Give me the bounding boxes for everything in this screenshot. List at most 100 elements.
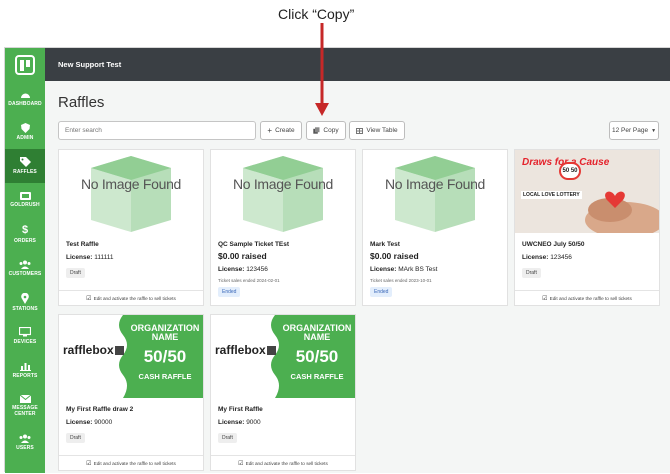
status-badge: Draft: [66, 433, 85, 443]
raffle-title: UWCNEO July 50/50: [522, 241, 585, 248]
dollar-icon: $: [21, 223, 29, 236]
card-footer[interactable]: ☑ Edit and activate the raffle to sell t…: [59, 455, 203, 470]
rafflebox-brand-text: rafflebox: [63, 343, 114, 357]
raffle-card[interactable]: Draws for a Cause 50 50 LOCAL LOVE LOTTE…: [514, 149, 660, 306]
ticket-sales-note: Ticket sales ended 2024-02-01: [218, 278, 280, 283]
users-group-icon: [19, 434, 31, 443]
sidebar-item-label: REPORTS: [12, 372, 38, 379]
bar-chart-icon: [19, 362, 31, 371]
copy-button-label: Copy: [323, 127, 339, 134]
no-image-text: No Image Found: [80, 176, 182, 192]
rafflebox-logo-icon: [266, 346, 276, 355]
raffle-license: License: 123456: [522, 254, 572, 261]
sidebar-item-goldrush[interactable]: GOLDRUSH: [5, 183, 45, 217]
photo-subtitle: LOCAL LOVE LOTTERY: [521, 191, 582, 199]
sidebar-item-label: GOLDRUSH: [10, 202, 40, 208]
license-value: 9000: [246, 419, 261, 426]
raffle-license: License: 90000: [66, 419, 112, 426]
view-table-button[interactable]: View Table: [349, 121, 405, 140]
raffle-card[interactable]: No Image Found Test Raffle License: 1111…: [58, 149, 204, 306]
card-footer-text: Edit and activate the raffle to sell tic…: [93, 460, 176, 466]
sidebar-item-dashboard[interactable]: DASHBOARD: [5, 81, 45, 115]
main-content: Raffles + Create Copy View Table 12 Per …: [45, 81, 670, 473]
sidebar: DASHBOARD ADMIN RAFFLES GOLDRUSH $ ORDER…: [5, 48, 45, 473]
raised-amount: $0.00 raised: [218, 251, 267, 261]
edit-checkbox-icon: ☑: [238, 460, 244, 467]
raffle-license: License: 123456: [218, 266, 268, 273]
sidebar-item-devices[interactable]: DEVICES: [5, 319, 45, 353]
caret-down-icon: ▼: [651, 127, 657, 134]
sidebar-item-label: USERS: [16, 444, 34, 451]
sidebar-item-orders[interactable]: $ ORDERS: [5, 217, 45, 251]
license-label: License:: [370, 266, 397, 273]
organization-name-text: ORGANIZATION NAME: [130, 323, 200, 342]
map-marker-icon: [21, 292, 29, 304]
status-badge: Draft: [218, 433, 237, 443]
search-input[interactable]: [58, 121, 256, 140]
raffle-title: Test Raffle: [66, 241, 99, 248]
license-label: License:: [66, 254, 93, 261]
raffle-image: rafflebox ORGANIZATION NAME 50/50 CASH R…: [59, 315, 203, 398]
license-value: 90000: [94, 419, 113, 426]
top-bar: New Support Test: [45, 48, 670, 81]
sidebar-item-message-center[interactable]: MESSAGE CENTER: [5, 387, 45, 425]
sidebar-item-label: RAFFLES: [13, 169, 37, 175]
sidebar-item-label: ADMIN: [16, 135, 34, 141]
photo-5050-badge: 50 50: [559, 162, 581, 180]
app-logo[interactable]: [5, 48, 45, 81]
sidebar-item-reports[interactable]: REPORTS: [5, 353, 45, 387]
ticket-sales-note: Ticket sales ended 2023-10-01: [370, 278, 432, 283]
status-badge: Ended: [370, 287, 393, 297]
card-footer[interactable]: ☑ Edit and activate the raffle to sell t…: [211, 455, 355, 470]
card-footer[interactable]: ☑ Edit and activate the raffle to sell t…: [515, 290, 659, 305]
envelope-icon: [19, 395, 31, 403]
screenshot-root: Click “Copy” DASHBOARD ADMIN RAFFLES GOL…: [0, 0, 670, 474]
license-value: 123456: [550, 254, 572, 261]
card-footer[interactable]: ☑ Edit and activate the raffle to sell t…: [59, 290, 203, 305]
raffle-card[interactable]: No Image Found QC Sample Ticket TEst $0.…: [210, 149, 356, 306]
shield-icon: [20, 123, 30, 133]
users-icon: [19, 260, 31, 269]
rafflebox-logo-icon: [114, 346, 124, 355]
card-footer-text: Edit and activate the raffle to sell tic…: [245, 460, 328, 466]
monitor-icon: [19, 327, 31, 337]
edit-checkbox-icon: ☑: [86, 460, 92, 467]
sidebar-item-raffles[interactable]: RAFFLES: [5, 149, 45, 183]
raffle-card[interactable]: rafflebox ORGANIZATION NAME 50/50 CASH R…: [58, 314, 204, 471]
raffle-license: License: MArk BS Test: [370, 266, 437, 273]
raffle-title: Mark Test: [370, 241, 400, 248]
raffle-card[interactable]: No Image Found Mark Test $0.00 raised Li…: [362, 149, 508, 306]
cash-raffle-text: CASH RAFFLE: [138, 372, 192, 381]
raffle-license: License: 9000: [218, 419, 261, 426]
raffle-card[interactable]: rafflebox ORGANIZATION NAME 50/50 CASH R…: [210, 314, 356, 471]
card-footer-text: Edit and activate the raffle to sell tic…: [549, 295, 632, 301]
raised-amount: $0.00 raised: [370, 251, 419, 261]
no-image-placeholder: No Image Found: [211, 150, 355, 233]
sidebar-item-label: STATIONS: [12, 305, 38, 312]
gauge-icon: [20, 93, 30, 98]
sidebar-item-admin[interactable]: ADMIN: [5, 115, 45, 149]
copy-button[interactable]: Copy: [306, 121, 346, 140]
no-image-placeholder: No Image Found: [59, 150, 203, 233]
raffle-title: QC Sample Ticket TEst: [218, 241, 290, 248]
per-page-select[interactable]: 12 Per Page ▼: [609, 121, 659, 140]
status-badge: Draft: [522, 268, 541, 278]
create-button-label: Create: [275, 127, 295, 134]
table-icon: [356, 127, 364, 134]
raffle-license: License: 111111: [66, 254, 113, 261]
create-button[interactable]: + Create: [260, 121, 302, 140]
sidebar-item-users[interactable]: USERS: [5, 425, 45, 459]
license-value: MArk BS Test: [398, 266, 438, 273]
plus-icon: +: [267, 126, 273, 135]
no-image-text: No Image Found: [232, 176, 334, 192]
sidebar-item-label: DASHBOARD: [8, 100, 42, 107]
sidebar-item-stations[interactable]: STATIONS: [5, 285, 45, 319]
ticket-icon: [19, 192, 31, 200]
raffle-title: My First Raffle draw 2: [66, 406, 134, 413]
license-value: 123456: [246, 266, 268, 273]
organization-name-text: ORGANIZATION NAME: [282, 323, 352, 342]
view-table-button-label: View Table: [366, 127, 398, 134]
rafflebox-brand-text: rafflebox: [215, 343, 266, 357]
page-title: Raffles: [58, 94, 105, 111]
sidebar-item-customers[interactable]: CUSTOMERS: [5, 251, 45, 285]
